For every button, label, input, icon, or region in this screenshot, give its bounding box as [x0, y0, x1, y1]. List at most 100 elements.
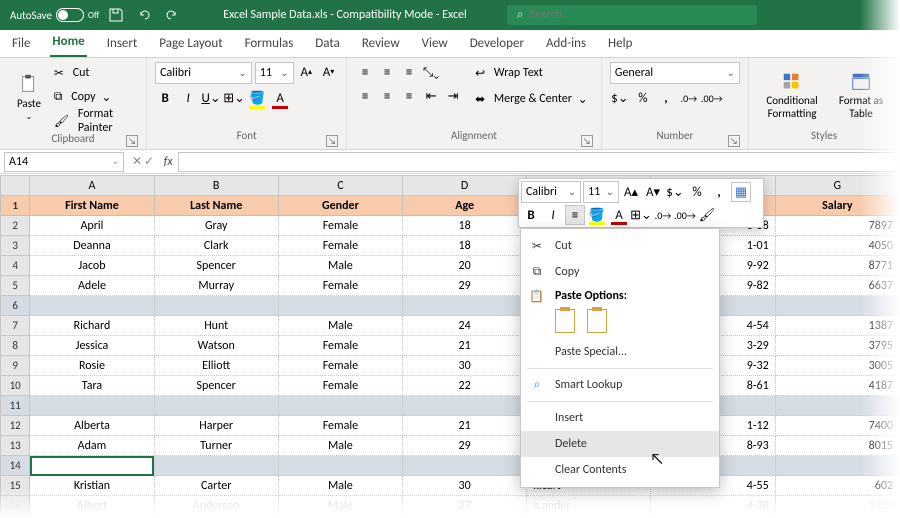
ctx-copy[interactable]: ⧉Copy — [521, 259, 719, 285]
bold-icon[interactable]: B — [155, 88, 175, 108]
cell[interactable]: Carter — [154, 476, 278, 496]
cell[interactable]: 24 — [403, 316, 527, 336]
cell[interactable]: 30 — [403, 476, 527, 496]
cell[interactable]: Female — [278, 356, 402, 376]
mini-comma-icon[interactable]: , — [709, 182, 729, 202]
header-cell[interactable]: Gender — [278, 196, 402, 216]
cell[interactable] — [403, 396, 527, 416]
mini-increase-font-icon[interactable]: A▴ — [621, 182, 641, 202]
font-name-select[interactable]: Calibri — [155, 62, 252, 84]
mini-italic-icon[interactable]: I — [543, 205, 563, 225]
cell[interactable]: 4187 — [775, 376, 899, 396]
italic-icon[interactable]: I — [178, 88, 198, 108]
cut-button[interactable]: ✂ Cut — [54, 62, 138, 84]
cell[interactable]: 7400 — [775, 416, 899, 436]
align-right-icon[interactable]: ≡ — [399, 86, 419, 106]
tab-page-layout[interactable]: Page Layout — [157, 32, 224, 57]
mini-align-icon[interactable]: ≡ — [565, 205, 585, 225]
align-center-icon[interactable]: ≡ — [377, 86, 397, 106]
cell[interactable] — [30, 296, 154, 316]
col-header-A[interactable]: A — [30, 176, 154, 196]
cell[interactable]: Turner — [154, 436, 278, 456]
formula-input[interactable] — [178, 152, 900, 172]
undo-icon[interactable] — [133, 4, 155, 26]
row-header-5[interactable]: 5 — [1, 276, 30, 296]
cell[interactable]: 20 — [403, 256, 527, 276]
row-header-1[interactable]: 1 — [1, 196, 30, 216]
border-icon[interactable]: ⊞⌄ — [224, 88, 244, 108]
row-header-6[interactable]: 6 — [1, 296, 30, 316]
cell[interactable]: 27 — [403, 496, 527, 516]
cell[interactable]: a.ander — [527, 496, 651, 516]
ctx-insert[interactable]: Insert — [521, 405, 719, 431]
dialog-launcher-icon[interactable]: ↘ — [126, 135, 138, 147]
font-color-icon[interactable]: A — [270, 88, 290, 108]
cell[interactable]: Male — [278, 476, 402, 496]
cell[interactable]: 6637 — [775, 276, 899, 296]
cell[interactable]: 8015 — [775, 436, 899, 456]
ctx-delete[interactable]: Delete — [521, 431, 719, 457]
cell[interactable] — [278, 296, 402, 316]
row-header-9[interactable]: 9 — [1, 356, 30, 376]
cell[interactable]: 602 — [775, 476, 899, 496]
cell[interactable]: Male — [278, 436, 402, 456]
cell[interactable] — [775, 296, 899, 316]
cell[interactable]: Hunt — [154, 316, 278, 336]
tab-review[interactable]: Review — [360, 32, 402, 57]
cell[interactable]: Deanna — [30, 236, 154, 256]
col-header-D[interactable]: D — [403, 176, 527, 196]
mini-border-icon[interactable]: ⊞⌄ — [631, 205, 651, 225]
header-cell[interactable]: Salary — [775, 196, 899, 216]
cell[interactable]: Richard — [30, 316, 154, 336]
cell[interactable]: Female — [278, 376, 402, 396]
cell[interactable] — [278, 456, 402, 476]
cell[interactable]: 29 — [403, 436, 527, 456]
decrease-decimal-icon[interactable]: .00→ — [702, 88, 722, 108]
cell[interactable] — [278, 396, 402, 416]
mini-size-select[interactable]: 11 — [583, 181, 619, 203]
cell[interactable]: 7897 — [775, 216, 899, 236]
align-middle-icon[interactable]: ≡ — [377, 62, 397, 82]
cell[interactable]: Gray — [154, 216, 278, 236]
mini-table-icon[interactable]: ▦ — [731, 182, 751, 202]
paste-option-1-icon[interactable] — [555, 309, 575, 333]
mini-format-painter-icon[interactable]: 🖌 — [697, 205, 717, 225]
header-cell[interactable]: Age — [403, 196, 527, 216]
cell[interactable]: 3005 — [775, 356, 899, 376]
mini-percent-icon[interactable]: % — [687, 182, 707, 202]
cell[interactable] — [30, 456, 154, 476]
save-icon[interactable] — [105, 4, 127, 26]
copy-button[interactable]: ⧉ Copy ⌄ — [54, 86, 138, 108]
cell[interactable]: Female — [278, 236, 402, 256]
cell[interactable]: 18 — [403, 216, 527, 236]
number-format-select[interactable]: General — [610, 62, 740, 84]
cell[interactable]: Watson — [154, 336, 278, 356]
autosave-toggle[interactable]: AutoSave Off — [10, 8, 99, 22]
fx-icon[interactable]: fx — [158, 155, 178, 169]
mini-currency-icon[interactable]: $⌄ — [665, 182, 685, 202]
cell[interactable]: Harper — [154, 416, 278, 436]
cell[interactable]: Male — [278, 496, 402, 516]
row-header-10[interactable]: 10 — [1, 376, 30, 396]
format-painter-button[interactable]: 🖌 Format Painter — [54, 110, 138, 132]
redo-icon[interactable] — [161, 4, 183, 26]
font-size-select[interactable]: 11 — [255, 62, 294, 84]
cell[interactable]: Female — [278, 216, 402, 236]
cell[interactable]: 21 — [403, 416, 527, 436]
cancel-formula-icon[interactable]: ✕ — [132, 154, 142, 169]
align-bottom-icon[interactable]: ≡ — [399, 62, 419, 82]
cell[interactable]: 3795 — [775, 336, 899, 356]
col-header-G[interactable]: G — [775, 176, 899, 196]
row-header-11[interactable]: 11 — [1, 396, 30, 416]
enter-formula-icon[interactable]: ✓ — [144, 154, 154, 169]
cell[interactable]: Rosie — [30, 356, 154, 376]
paste-button[interactable]: Paste ⌄ — [8, 62, 50, 132]
row-header-12[interactable]: 12 — [1, 416, 30, 436]
tab-add-ins[interactable]: Add-ins — [544, 32, 588, 57]
cell[interactable]: Spencer — [154, 376, 278, 396]
cell[interactable]: Kristian — [30, 476, 154, 496]
row-header-7[interactable]: 7 — [1, 316, 30, 336]
ctx-smart-lookup[interactable]: ⌕Smart Lookup — [521, 372, 719, 398]
row-header-13[interactable]: 13 — [1, 436, 30, 456]
wrap-text-button[interactable]: ↩ Wrap Text — [475, 62, 588, 84]
